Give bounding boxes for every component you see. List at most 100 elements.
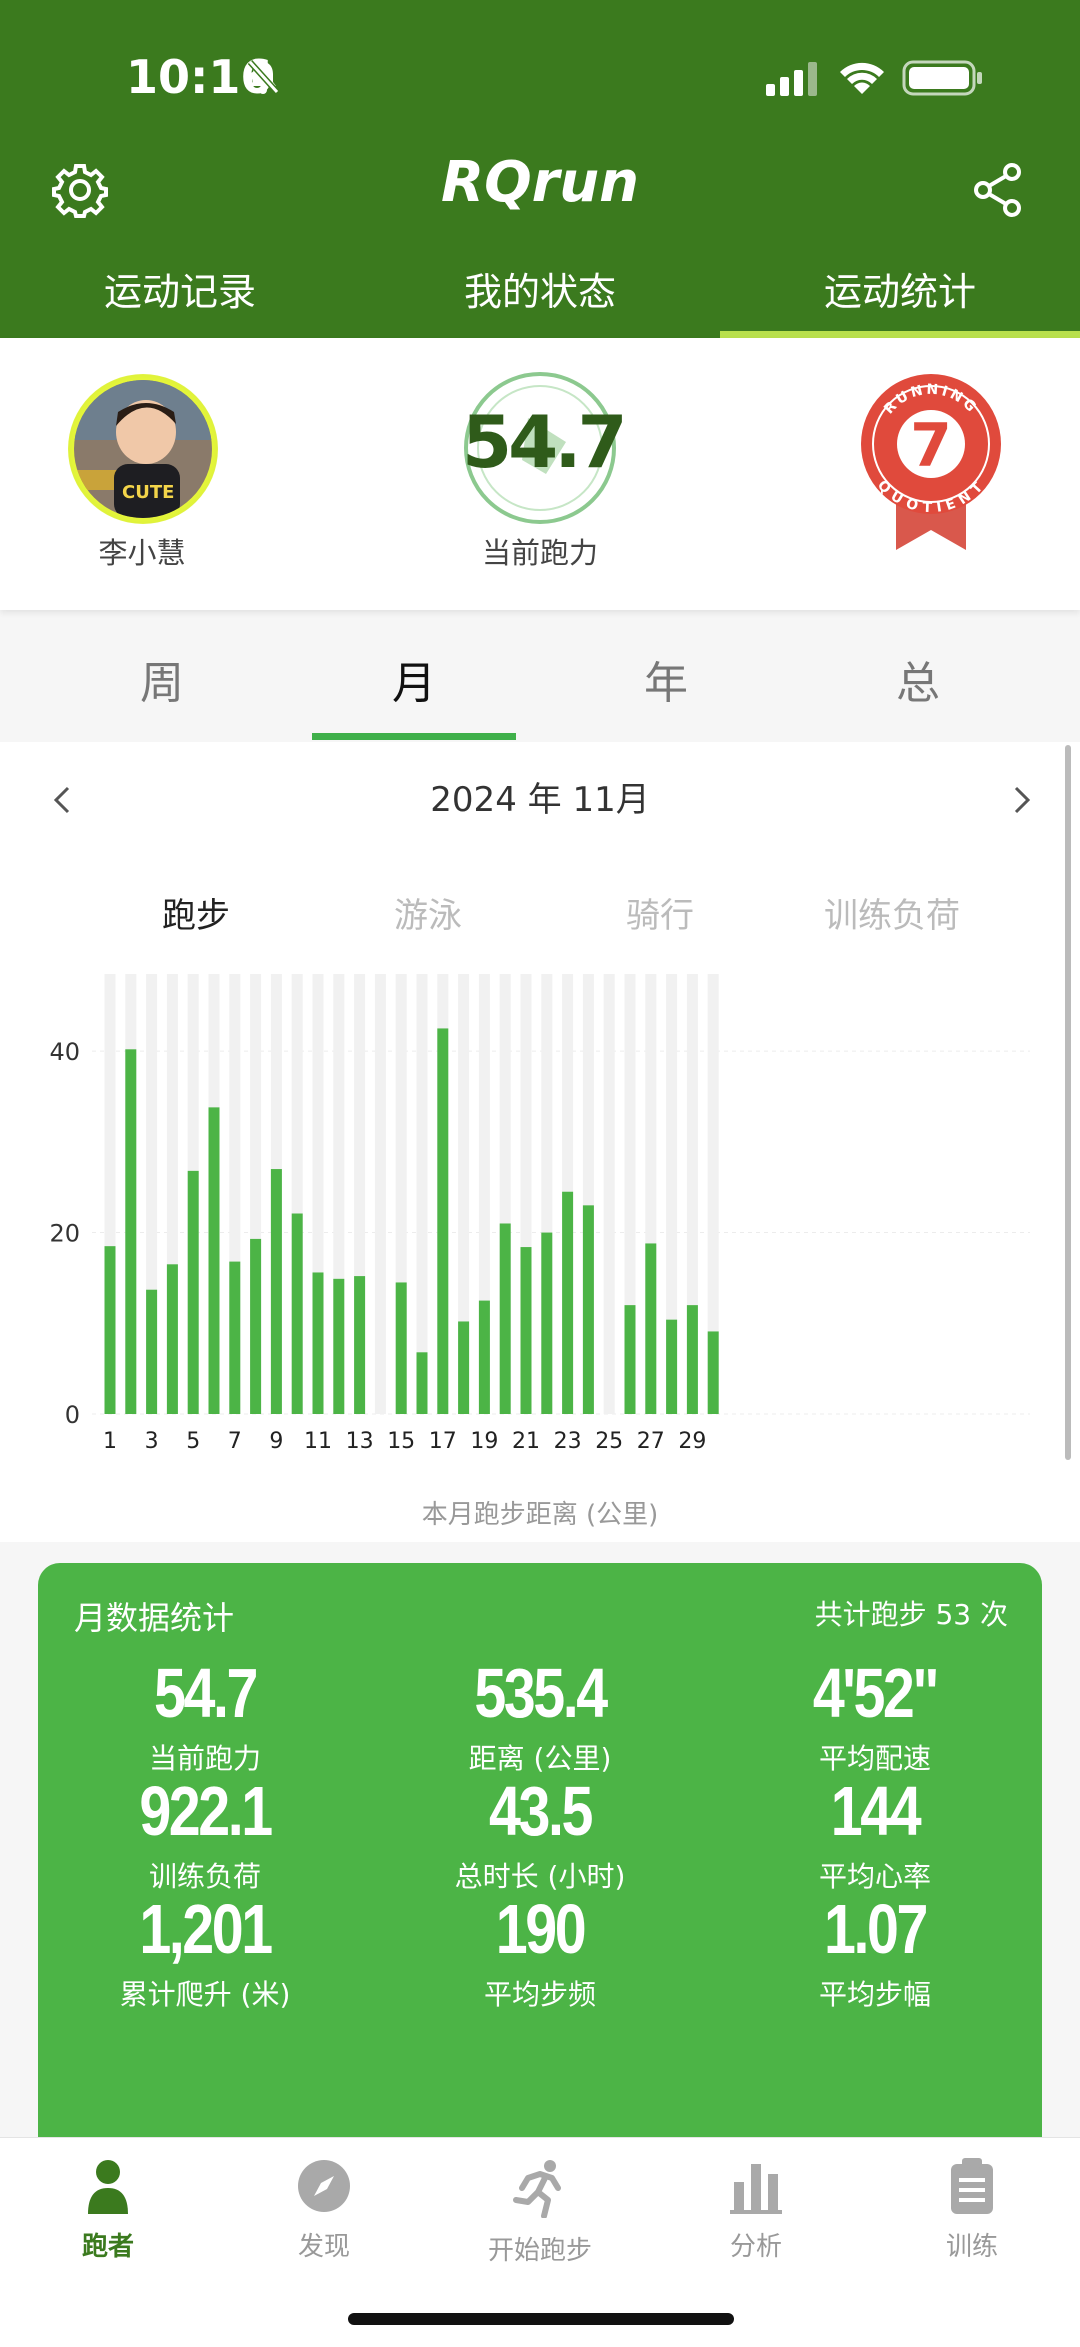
bar-day-6[interactable] <box>208 1107 220 1414</box>
bar-day-17[interactable] <box>437 1028 449 1414</box>
stat-value: 1,201 <box>139 1890 273 1968</box>
bar-day-2[interactable] <box>125 1049 137 1414</box>
x-tick-label: 25 <box>595 1429 623 1454</box>
bar-track <box>603 974 615 1414</box>
bar-day-11[interactable] <box>312 1272 324 1414</box>
stat-value: 54.7 <box>154 1654 258 1732</box>
bar-day-18[interactable] <box>458 1321 470 1414</box>
nav-training[interactable]: 训练 <box>864 2158 1080 2263</box>
bar-day-24[interactable] <box>582 1205 594 1414</box>
bar-day-7[interactable] <box>229 1261 241 1414</box>
ability-value: 54.7 <box>462 400 628 484</box>
x-tick-label: 3 <box>145 1429 159 1454</box>
stat-label: 累计爬升 (米) <box>119 1978 291 2011</box>
share-icon[interactable] <box>972 162 1024 218</box>
bar-day-22[interactable] <box>541 1232 553 1414</box>
tab-training-load[interactable]: 训练负荷 <box>776 888 1008 937</box>
x-tick-label: 11 <box>304 1429 332 1454</box>
bar-day-28[interactable] <box>666 1319 678 1414</box>
bar-day-16[interactable] <box>416 1352 428 1414</box>
bar-day-23[interactable] <box>562 1191 574 1414</box>
stat-value: 535.4 <box>474 1654 608 1732</box>
bar-day-1[interactable] <box>104 1246 116 1414</box>
tab-running[interactable]: 跑步 <box>80 888 312 937</box>
badge-number: 7 <box>910 411 952 481</box>
bar-day-4[interactable] <box>166 1264 178 1414</box>
x-tick-label: 9 <box>269 1429 283 1454</box>
nav-discover[interactable]: 发现 <box>216 2158 432 2263</box>
tab-total[interactable]: 总 <box>792 630 1044 740</box>
chevron-right-icon[interactable] <box>1010 782 1034 818</box>
running-quotient-badge[interactable]: 7 RUNNING QUOTIENT <box>858 372 1004 552</box>
app-title: RQrun <box>440 150 640 215</box>
nav-label: 分析 <box>729 2232 782 2262</box>
bar-day-21[interactable] <box>520 1247 532 1414</box>
tab-cycling[interactable]: 骑行 <box>544 888 776 937</box>
tab-workout-records[interactable]: 运动记录 <box>0 262 360 338</box>
bar-track <box>416 974 428 1414</box>
svg-text:CUTE: CUTE <box>122 482 174 503</box>
stat-heart-rate: 144 平均心率 <box>708 1771 1042 1895</box>
stat-label: 平均步幅 <box>818 1978 931 2011</box>
stat-cadence: 190 平均步频 <box>373 1889 707 2013</box>
bar-track <box>374 974 386 1414</box>
stat-duration: 43.5 总时长 (小时) <box>373 1771 707 1895</box>
tab-week[interactable]: 周 <box>36 630 288 740</box>
monthly-stats-card: 月数据统计 共计跑步 53 次 54.7 当前跑力 535.4 距离 (公里) … <box>38 1563 1042 2163</box>
bar-day-13[interactable] <box>354 1276 366 1414</box>
x-tick-label: 19 <box>470 1429 498 1454</box>
cellular-signal-icon <box>766 62 817 96</box>
x-tick-label: 21 <box>512 1429 540 1454</box>
x-tick-label: 7 <box>228 1429 242 1454</box>
tab-year[interactable]: 年 <box>540 630 792 740</box>
nav-runner[interactable]: 跑者 <box>0 2158 216 2263</box>
bar-day-15[interactable] <box>395 1282 407 1414</box>
stat-value: 922.1 <box>139 1772 273 1850</box>
stat-stride: 1.07 平均步幅 <box>708 1889 1042 2013</box>
bar-day-20[interactable] <box>499 1223 511 1414</box>
bar-day-9[interactable] <box>270 1169 282 1414</box>
x-tick-label: 29 <box>678 1429 706 1454</box>
bar-day-30[interactable] <box>707 1331 719 1414</box>
tab-month[interactable]: 月 <box>288 630 540 740</box>
bell-muted-icon <box>247 59 280 95</box>
nav-start-run[interactable]: 开始跑步 <box>432 2158 648 2267</box>
app-header: 10:16 RQrun 运动记录 我的状态 运动统计 <box>0 0 1080 338</box>
stat-value: 144 <box>830 1772 922 1850</box>
bar-day-3[interactable] <box>146 1289 158 1414</box>
bar-day-27[interactable] <box>645 1243 657 1414</box>
tab-swimming[interactable]: 游泳 <box>312 888 544 937</box>
bar-day-8[interactable] <box>250 1238 262 1414</box>
nav-label: 发现 <box>297 2232 350 2262</box>
bar-day-10[interactable] <box>291 1213 303 1414</box>
tab-workout-stats[interactable]: 运动统计 <box>720 262 1080 338</box>
x-tick-label: 5 <box>186 1429 200 1454</box>
avatar[interactable]: CUTE <box>74 380 212 518</box>
stat-label: 平均步频 <box>483 1978 596 2011</box>
top-tabs: 运动记录 我的状态 运动统计 <box>0 262 1080 338</box>
stat-value: 190 <box>495 1890 587 1968</box>
nav-label: 训练 <box>945 2232 998 2262</box>
nav-analysis[interactable]: 分析 <box>648 2158 864 2263</box>
home-indicator[interactable] <box>348 2313 734 2325</box>
bar-day-29[interactable] <box>686 1305 698 1414</box>
bar-day-12[interactable] <box>333 1278 345 1414</box>
bar-day-5[interactable] <box>187 1170 199 1414</box>
x-tick-label: 1 <box>103 1429 117 1454</box>
stat-training-load: 922.1 训练负荷 <box>38 1771 372 1895</box>
tab-my-status[interactable]: 我的状态 <box>360 262 720 338</box>
ability-label: 当前跑力 <box>481 536 598 570</box>
scrollbar[interactable] <box>1065 745 1071 1460</box>
bar-day-26[interactable] <box>624 1305 636 1414</box>
y-tick-label: 40 <box>49 1038 80 1066</box>
chart-section: 2024 年 11月 跑步 游泳 骑行 训练负荷 0 20 40 1 3 5 7 9 11 13… <box>0 742 1080 1542</box>
running-man-icon <box>513 2160 561 2219</box>
sport-tabs: 跑步 游泳 骑行 训练负荷 <box>80 888 1010 937</box>
stat-distance: 535.4 距离 (公里) <box>373 1653 707 1777</box>
month-label: 2024 年 11月 <box>430 780 650 820</box>
runner-person-icon <box>88 2160 128 2214</box>
period-tabs: 周 月 年 总 <box>0 630 1080 740</box>
x-tick-label: 23 <box>554 1429 582 1454</box>
bar-day-19[interactable] <box>478 1300 490 1414</box>
wifi-icon <box>840 62 884 94</box>
